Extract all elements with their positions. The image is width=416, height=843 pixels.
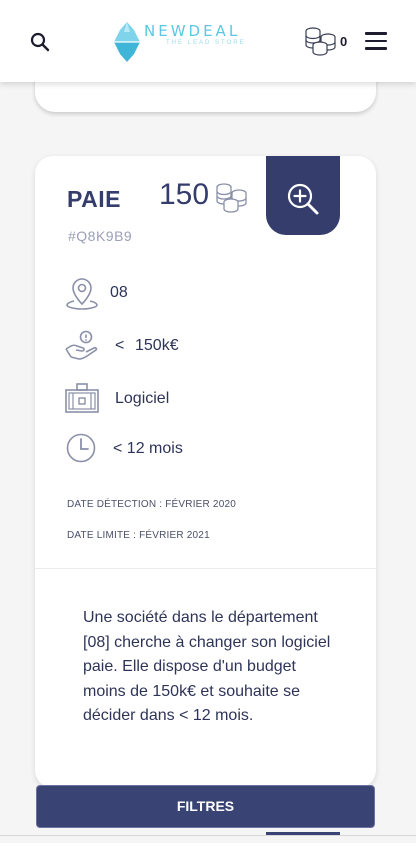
search-icon[interactable] (28, 30, 52, 54)
coins-icon (216, 183, 247, 213)
hand-coin-icon (65, 330, 98, 360)
lead-title: PAIE (67, 186, 121, 212)
detection-date: DATE DÉTECTION : FÉVRIER 2020 (67, 499, 236, 510)
timeframe-row: < 12 mois (65, 432, 345, 466)
lead-price: 150 (159, 178, 210, 211)
bottom-tab-indicator (266, 832, 340, 835)
zoom-in-icon (287, 183, 319, 215)
budget-prefix: < (115, 337, 125, 354)
timeframe-value: < 12 mois (113, 440, 183, 457)
category-row: Logiciel (65, 382, 345, 416)
card-divider (35, 568, 376, 569)
logo-title: NEWDEAL (144, 22, 241, 40)
budget-value: 150k€ (135, 337, 179, 354)
app-header: NEWDEAL THE LEAD STORE 0 (0, 0, 416, 82)
coin-count: 0 (340, 34, 348, 49)
department-row: 08 (65, 276, 345, 310)
view-details-button[interactable] (266, 156, 340, 235)
filters-button[interactable]: FILTRES (36, 785, 375, 828)
logo-subtitle: THE LEAD STORE (166, 40, 246, 46)
category-value: Logiciel (115, 390, 170, 407)
briefcase-icon (65, 383, 99, 413)
coins-icon[interactable] (304, 26, 338, 56)
bottom-divider (0, 835, 416, 836)
clock-icon (66, 433, 96, 463)
iceberg-logo-icon (112, 22, 142, 62)
lead-reference: #Q8K9B9 (68, 228, 133, 244)
lead-description: Une société dans le département [08] che… (83, 609, 331, 724)
lead-card: PAIE 150 #Q8K9B9 08 < 150k€ Logiciel < 1… (35, 156, 376, 788)
deadline-date: DATE LIMITE : FÉVRIER 2021 (67, 530, 210, 541)
location-pin-icon (66, 278, 98, 310)
hamburger-menu-icon[interactable] (365, 32, 387, 50)
newdeal-logo[interactable]: NEWDEAL THE LEAD STORE (112, 20, 272, 62)
budget-row: < 150k€ (65, 329, 345, 363)
department-value: 08 (110, 284, 128, 301)
